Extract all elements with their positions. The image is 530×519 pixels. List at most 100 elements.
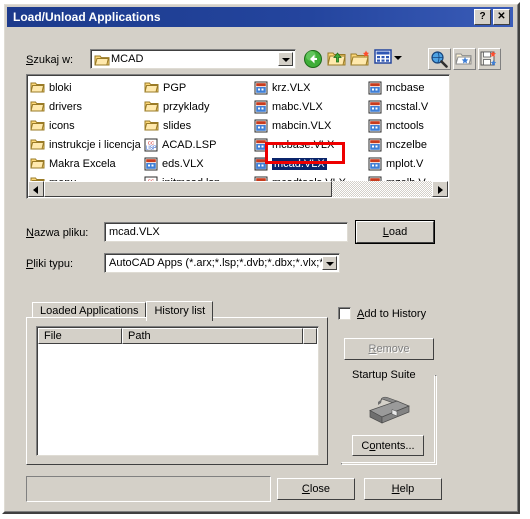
folder-icon (30, 158, 45, 169)
list-item[interactable]: mabcin.VLX (254, 116, 368, 135)
lookin-dropdown-arrow[interactable] (278, 52, 293, 66)
file-name: eds.VLX (162, 157, 204, 170)
folder-icon (144, 82, 159, 93)
list-item[interactable]: mczelbe (368, 135, 449, 154)
history-list-panel: File Path (26, 317, 328, 465)
list-item[interactable]: mplot.V (368, 154, 449, 173)
remove-button-label: Remove (368, 343, 410, 355)
svg-text:LISP: LISP (146, 145, 158, 151)
up-one-level-icon[interactable] (326, 48, 348, 69)
contents-button[interactable]: Contents... (352, 435, 424, 456)
lookin-value: MCAD (111, 53, 144, 65)
close-titlebar-button[interactable]: ✕ (493, 9, 510, 25)
lookin-label: Szukaj w: (26, 54, 74, 66)
list-item[interactable]: slides (144, 116, 254, 135)
file-name: mczelbe (386, 138, 427, 151)
vlx-file-icon (368, 157, 382, 170)
folder-icon (144, 120, 159, 131)
vlx-file-icon (254, 138, 268, 151)
window-title: Load/Unload Applications (13, 10, 161, 24)
list-item[interactable]: instrukcje i licencja (30, 135, 144, 154)
list-item[interactable]: krz.VLX (254, 78, 368, 97)
column-header-path[interactable]: Path (122, 328, 303, 344)
vlx-file-icon (144, 157, 158, 170)
folder-icon (30, 101, 45, 112)
load-button[interactable]: Load (356, 221, 434, 243)
chevron-down-icon (394, 56, 402, 60)
remove-button[interactable]: Remove (344, 338, 434, 360)
list-item[interactable]: CC LISP ACAD.LSP (144, 135, 254, 154)
file-column-4: mcbase mcstal.V mctools mczelbe mplot.V (368, 78, 449, 192)
file-column-3: krz.VLX mabc.VLX mabcin.VLX mcbase.VLX m… (254, 78, 368, 192)
column-header-file[interactable]: File (38, 328, 122, 344)
title-bar-buttons: ? ✕ (474, 9, 510, 25)
filetype-value: AutoCAD Apps (*.arx;*.lsp;*.dvb;*.dbx;*.… (109, 257, 327, 269)
help-titlebar-button[interactable]: ? (474, 9, 491, 25)
filetype-combobox[interactable]: AutoCAD Apps (*.arx;*.lsp;*.dvb;*.dbx;*.… (104, 253, 340, 273)
find-file-button[interactable] (453, 48, 476, 70)
list-item[interactable]: mcbase.VLX (254, 135, 368, 154)
history-listview[interactable]: File Path (36, 326, 319, 456)
help-button[interactable]: Help (364, 478, 442, 500)
back-arrow-icon[interactable] (302, 48, 324, 69)
list-item[interactable]: eds.VLX (144, 154, 254, 173)
file-name: PGP (163, 81, 187, 94)
folder-icon (30, 82, 45, 93)
vlx-file-icon (254, 100, 268, 113)
list-item[interactable]: bloki (30, 78, 144, 97)
filename-value: mcad.VLX (109, 226, 160, 238)
add-to-history-label: Add to History (357, 307, 427, 320)
add-to-history-checkbox[interactable] (338, 307, 351, 320)
vlx-file-icon (368, 138, 382, 151)
file-name: mabc.VLX (272, 100, 323, 113)
file-browser-list[interactable]: bloki drivers icons instrukcje i licencj… (26, 74, 450, 199)
lisp-file-icon: CCLISP (144, 138, 158, 151)
file-columns: bloki drivers icons instrukcje i licencj… (30, 78, 449, 192)
new-folder-icon[interactable] (350, 48, 372, 69)
folder-icon (94, 55, 110, 66)
filename-input[interactable]: mcad.VLX (104, 222, 348, 242)
filetype-dropdown-arrow[interactable] (322, 256, 337, 270)
file-name: mcbase.VLX (272, 138, 335, 151)
vlx-file-icon (254, 157, 268, 170)
scroll-left-button[interactable] (28, 181, 44, 197)
filename-label: Nazwa pliku: (26, 227, 89, 239)
list-item[interactable]: PGP (144, 78, 254, 97)
file-name: przyklady (163, 100, 210, 113)
list-item[interactable]: drivers (30, 97, 144, 116)
list-item[interactable]: mctools (368, 116, 449, 135)
add-to-history-row[interactable]: Add to History (338, 307, 426, 320)
list-item[interactable]: mcbase (368, 78, 449, 97)
file-name: bloki (49, 81, 72, 94)
file-column-2: PGP przyklady slides CC LISP ACAD.LSP eds… (144, 78, 254, 192)
tab-history-list[interactable]: History list (146, 301, 214, 321)
list-item-selected[interactable]: mcad.VLX (254, 154, 368, 173)
list-item[interactable]: przyklady (144, 97, 254, 116)
views-menu-button[interactable] (374, 48, 404, 69)
folder-icon (30, 120, 45, 131)
file-name: mcbase (386, 81, 425, 94)
search-web-icon (431, 51, 448, 68)
close-button[interactable]: Close (277, 478, 355, 500)
file-name: mctools (386, 119, 424, 132)
file-name: mcad.VLX (272, 157, 327, 170)
scrollbar-track[interactable] (332, 181, 432, 197)
lookin-combobox[interactable]: MCAD (90, 49, 296, 69)
contents-button-label: Contents... (361, 439, 415, 452)
scroll-right-button[interactable] (432, 181, 448, 197)
list-item[interactable]: icons (30, 116, 144, 135)
list-item[interactable]: mcstal.V (368, 97, 449, 116)
column-header-spacer (303, 328, 317, 344)
status-bar (26, 476, 271, 502)
filetype-label: Pliki typu: (26, 258, 74, 270)
list-item[interactable]: Makra Excela (30, 154, 144, 173)
file-list-horizontal-scrollbar[interactable] (28, 181, 448, 197)
add-favorite-button[interactable] (478, 48, 501, 70)
list-item[interactable]: mabc.VLX (254, 97, 368, 116)
briefcase-icon (369, 396, 410, 424)
views-icon (374, 49, 392, 64)
search-web-button[interactable] (428, 48, 451, 70)
file-name: slides (163, 119, 192, 132)
title-bar: Load/Unload Applications ? ✕ (7, 7, 513, 27)
scrollbar-thumb[interactable] (44, 181, 332, 197)
